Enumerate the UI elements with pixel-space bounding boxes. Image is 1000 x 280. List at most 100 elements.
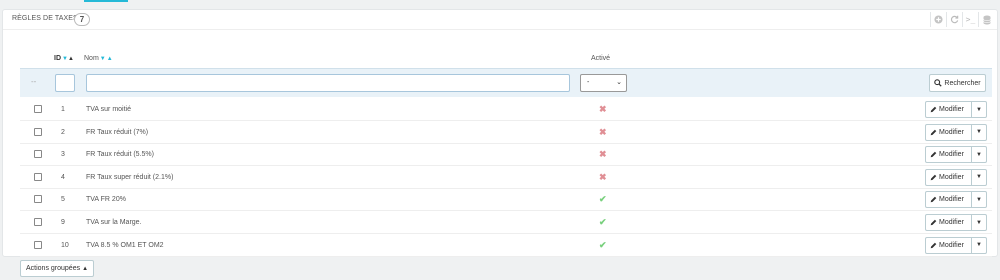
- sort-asc-icon[interactable]: ▲: [107, 56, 113, 62]
- search-label: Rechercher: [944, 79, 981, 87]
- caret-down-icon: ▼: [976, 129, 982, 136]
- edit-button[interactable]: Modifier: [926, 169, 972, 185]
- row-actions-dropdown[interactable]: ▼: [972, 170, 986, 185]
- edit-label: Modifier: [939, 196, 964, 204]
- row-id: 9: [61, 219, 65, 226]
- row-actions-dropdown[interactable]: ▼: [972, 125, 986, 140]
- row-checkbox[interactable]: [34, 172, 42, 181]
- edit-label: Modifier: [939, 128, 964, 136]
- count-badge: 7: [74, 13, 90, 26]
- row-id: 5: [61, 196, 65, 204]
- active-tab-indicator: [84, 0, 128, 2]
- sql-icon[interactable]: >_: [962, 12, 978, 27]
- edit-button[interactable]: Modifier: [926, 215, 972, 230]
- row-action-group: Modifier ▼: [925, 146, 987, 164]
- search-button[interactable]: Rechercher: [929, 74, 986, 92]
- tax-rules-panel: Règles de taxes 7 >_ ID▼▲ Nom▼▲ Activé -…: [2, 9, 998, 257]
- caret-down-icon: ▼: [976, 242, 982, 249]
- row-name: TVA sur moitié: [86, 106, 131, 113]
- check-icon[interactable]: ✔: [599, 240, 607, 251]
- pencil-icon: [930, 151, 937, 158]
- bulk-actions-label: Actions groupées: [26, 265, 81, 272]
- column-header-id[interactable]: ID▼▲: [54, 55, 74, 62]
- row-action-group: Modifier ▼: [925, 214, 987, 231]
- row-actions-dropdown[interactable]: ▼: [972, 215, 986, 230]
- database-icon[interactable]: [978, 12, 994, 27]
- cross-icon[interactable]: ✖: [599, 104, 607, 115]
- row-checkbox[interactable]: [34, 218, 42, 226]
- edit-button[interactable]: Modifier: [926, 102, 972, 117]
- filter-active-select[interactable]: - ⌄: [580, 74, 627, 92]
- column-header-active: Activé: [591, 55, 610, 62]
- table-row[interactable]: 3 FR Taux réduit (5.5%) ✖ Modifier ▼: [20, 144, 992, 167]
- row-checkbox[interactable]: [34, 195, 42, 204]
- row-checkbox[interactable]: [34, 105, 42, 113]
- edit-label: Modifier: [939, 106, 964, 113]
- edit-button[interactable]: Modifier: [926, 147, 972, 163]
- column-active-label: Activé: [591, 55, 611, 62]
- filter-name-input[interactable]: [86, 74, 570, 92]
- row-id: 2: [61, 128, 65, 136]
- row-id: 4: [61, 173, 65, 181]
- pencil-icon: [930, 174, 937, 181]
- sort-asc-icon[interactable]: ▲: [68, 56, 74, 62]
- caret-down-icon: ▼: [976, 174, 982, 181]
- row-id: 1: [61, 106, 65, 113]
- panel-header: Règles de taxes 7 >_: [3, 10, 997, 30]
- table-row[interactable]: 1 TVA sur moitié ✖ Modifier ▼: [20, 99, 992, 121]
- filter-active-value: -: [587, 79, 590, 86]
- row-checkbox[interactable]: [34, 240, 42, 249]
- filter-id-input[interactable]: [55, 74, 75, 92]
- table-row[interactable]: 4 FR Taux super réduit (2.1%) ✖ Modifier…: [20, 167, 992, 189]
- row-action-group: Modifier ▼: [925, 123, 987, 141]
- panel-toolbar: >_: [930, 12, 994, 27]
- cross-icon[interactable]: ✖: [599, 149, 607, 160]
- refresh-icon[interactable]: [946, 12, 962, 27]
- edit-label: Modifier: [939, 151, 964, 159]
- edit-button[interactable]: Modifier: [926, 192, 972, 208]
- row-actions-dropdown[interactable]: ▼: [972, 238, 986, 253]
- row-name: FR Taux réduit (5.5%): [86, 151, 154, 159]
- edit-label: Modifier: [939, 219, 964, 226]
- row-action-group: Modifier ▼: [925, 236, 987, 254]
- edit-label: Modifier: [939, 173, 964, 181]
- row-checkbox[interactable]: [34, 127, 42, 136]
- column-header-name[interactable]: Nom▼▲: [84, 55, 113, 62]
- filter-dash: --: [31, 77, 37, 86]
- pencil-icon: [930, 129, 937, 135]
- search-icon: [934, 79, 943, 87]
- column-name-label: Nom: [84, 55, 99, 62]
- check-icon[interactable]: ✔: [599, 217, 607, 228]
- row-action-group: Modifier ▼: [925, 101, 987, 118]
- filter-row: -- - ⌄ Rechercher: [20, 68, 992, 97]
- row-id: 10: [61, 241, 69, 249]
- caret-up-icon: ▲: [82, 265, 89, 272]
- table-row[interactable]: 9 TVA sur la Marge. ✔ Modifier ▼: [20, 212, 992, 234]
- cross-icon[interactable]: ✖: [599, 172, 607, 183]
- add-icon[interactable]: [930, 12, 946, 27]
- row-checkbox[interactable]: [34, 150, 42, 159]
- edit-button[interactable]: Modifier: [926, 124, 972, 140]
- edit-label: Modifier: [939, 241, 964, 249]
- pencil-icon: [930, 242, 937, 248]
- row-action-group: Modifier ▼: [925, 191, 987, 209]
- check-icon[interactable]: ✔: [599, 194, 607, 205]
- row-actions-dropdown[interactable]: ▼: [972, 102, 986, 117]
- caret-down-icon: ▼: [976, 196, 982, 203]
- caret-down-icon: ▼: [976, 106, 982, 113]
- caret-down-icon: ▼: [976, 219, 982, 226]
- row-actions-dropdown[interactable]: ▼: [972, 192, 986, 207]
- table-row[interactable]: 2 FR Taux réduit (7%) ✖ Modifier ▼: [20, 122, 992, 144]
- column-id-label: ID: [54, 55, 61, 62]
- table-row[interactable]: 5 TVA FR 20% ✔ Modifier ▼: [20, 189, 992, 212]
- row-actions-dropdown[interactable]: ▼: [972, 147, 986, 162]
- pencil-icon: [930, 219, 937, 226]
- row-name: TVA 8.5 % OM1 ET OM2: [86, 241, 164, 249]
- row-id: 3: [61, 151, 65, 159]
- bulk-actions-button[interactable]: Actions groupées ▲: [20, 260, 95, 277]
- table-row[interactable]: 10 TVA 8.5 % OM1 ET OM2 ✔ Modifier ▼: [20, 235, 992, 257]
- cross-icon[interactable]: ✖: [599, 127, 607, 138]
- panel-title: Règles de taxes: [12, 15, 78, 22]
- edit-button[interactable]: Modifier: [926, 237, 972, 253]
- sort-desc-icon[interactable]: ▼: [100, 56, 106, 62]
